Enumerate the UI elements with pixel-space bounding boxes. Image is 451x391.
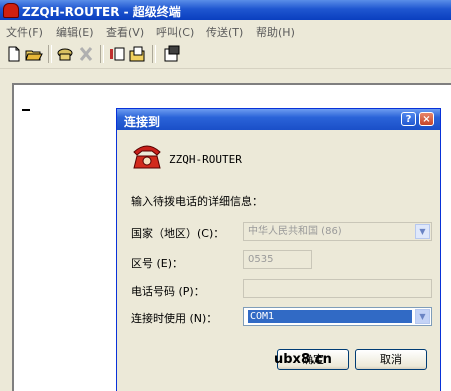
window-title-bar: ZZQH-ROUTER - 超级终端 [0, 0, 451, 20]
menu-transfer[interactable]: 传送(T) [206, 24, 243, 40]
help-button[interactable]: ? [401, 112, 416, 126]
hyperterminal-icon [3, 3, 19, 18]
receive-icon[interactable] [128, 45, 146, 63]
connect-using-select[interactable]: COM1 ▼ [243, 307, 432, 326]
toolbar [0, 40, 451, 69]
menu-bar: 文件(F) 编辑(E) 查看(V) 呼叫(C) 传送(T) 帮助(H) [0, 20, 451, 40]
chevron-down-icon[interactable]: ▼ [415, 224, 430, 239]
connect-using-value: COM1 [248, 310, 412, 323]
send-icon[interactable] [108, 45, 126, 63]
menu-help[interactable]: 帮助(H) [256, 24, 295, 40]
close-button[interactable]: × [419, 112, 434, 126]
chevron-down-icon[interactable]: ▼ [415, 309, 430, 324]
connect-using-label: 连接时使用 (N)： [131, 312, 218, 325]
window-title: ZZQH-ROUTER - 超级终端 [22, 5, 181, 19]
open-icon[interactable] [25, 45, 43, 63]
country-label: 国家（地区）(C)： [131, 227, 225, 240]
watermark: ubx8.cn [274, 352, 332, 367]
country-value: 中华人民共和国 (86) [248, 226, 342, 237]
area-code-value: 0535 [248, 254, 274, 265]
toolbar-separator [48, 45, 52, 63]
cancel-button[interactable]: 取消 [355, 349, 427, 370]
disconnect-icon[interactable] [77, 45, 95, 63]
menu-call[interactable]: 呼叫(C) [156, 24, 194, 40]
dialog-prompt: 输入待拨电话的详细信息： [131, 195, 263, 208]
call-icon[interactable] [56, 45, 74, 63]
terminal-cursor [22, 109, 30, 111]
menu-view[interactable]: 查看(V) [106, 24, 144, 40]
phone-number-label: 电话号码 (P)： [131, 285, 205, 298]
menu-edit[interactable]: 编辑(E) [56, 24, 94, 40]
dialog-title: 连接到 [124, 115, 161, 129]
area-code-field[interactable]: 0535 [243, 250, 312, 269]
menu-file[interactable]: 文件(F) [6, 24, 43, 40]
area-code-label: 区号 (E)： [131, 257, 184, 270]
connect-to-dialog: 连接到 ? × ZZQH-ROUTER 输入待拨电话的详细信息： 国家（地区）(… [116, 108, 441, 391]
connection-name: ZZQH-ROUTER [169, 153, 242, 166]
toolbar-separator [152, 45, 156, 63]
toolbar-separator [100, 45, 104, 63]
phone-icon [131, 142, 163, 170]
dialog-title-bar: 连接到 ? × [117, 109, 440, 130]
new-icon[interactable] [5, 45, 23, 63]
country-select[interactable]: 中华人民共和国 (86) ▼ [243, 222, 432, 241]
phone-number-field[interactable] [243, 279, 432, 298]
properties-icon[interactable] [163, 45, 181, 63]
